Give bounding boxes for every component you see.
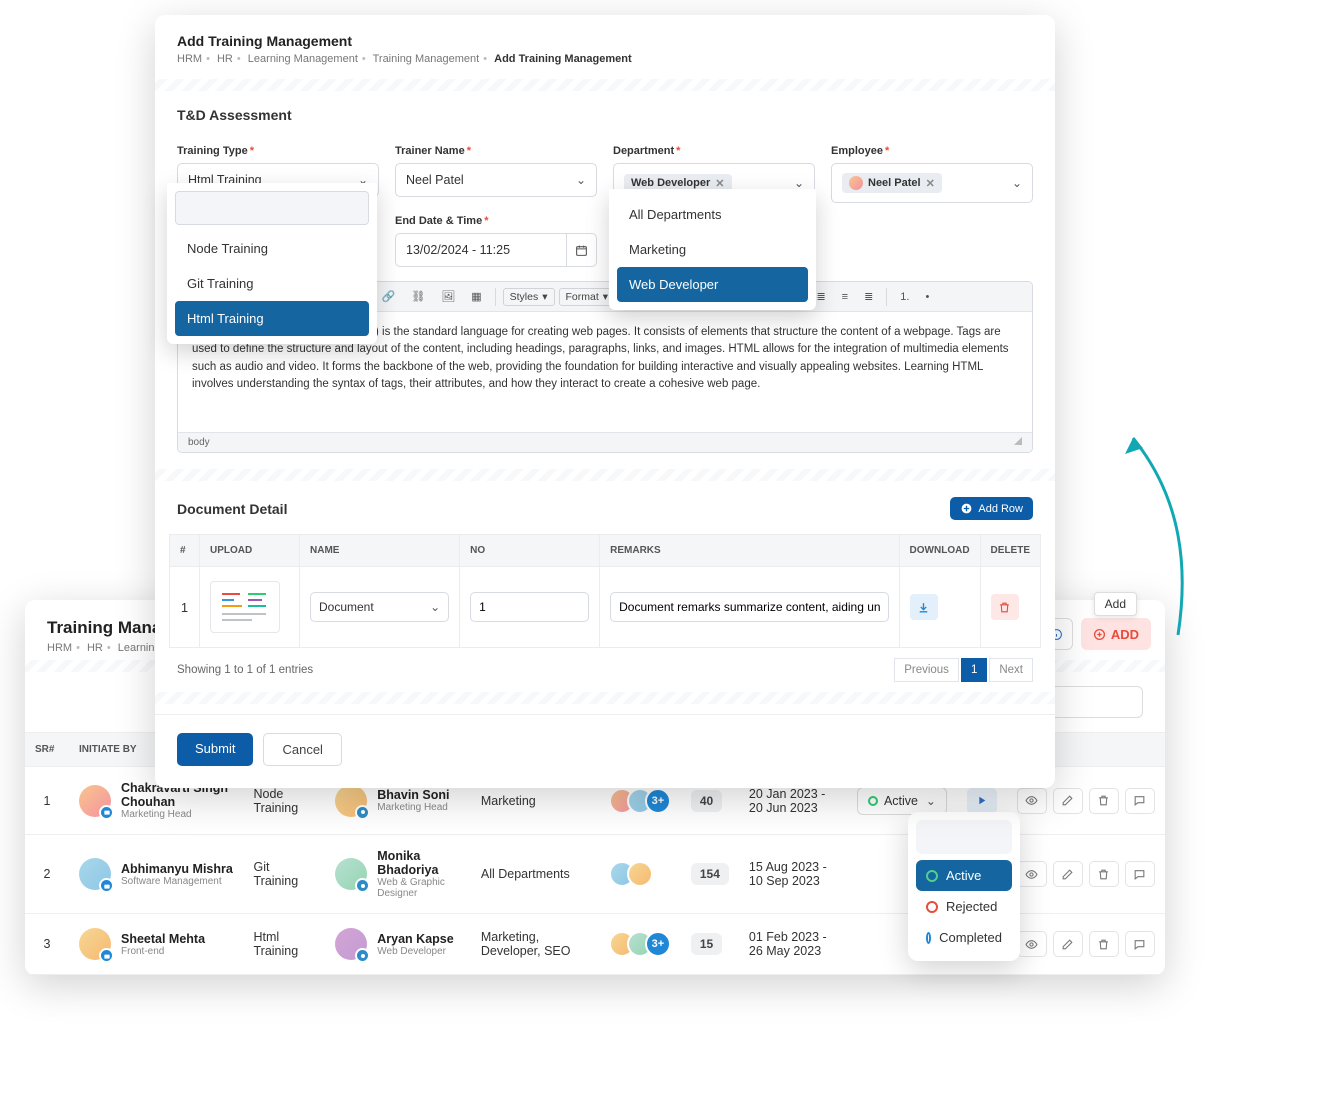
image-icon[interactable]: 🖼 <box>435 287 461 306</box>
opt-all-departments[interactable]: All Departments <box>617 197 808 232</box>
add-button[interactable]: ADD <box>1081 618 1151 650</box>
opt-html-training[interactable]: Html Training <box>175 301 369 336</box>
end-date-input[interactable]: 13/02/2024 - 11:25 <box>395 233 567 267</box>
doc-name-select[interactable]: Document⌄ <box>310 592 449 622</box>
employee-select[interactable]: Neel Patel✕ ⌄ <box>831 163 1033 203</box>
opt-node-training[interactable]: Node Training <box>175 231 369 266</box>
view-icon[interactable] <box>1017 788 1047 814</box>
edit-icon[interactable] <box>1053 931 1083 957</box>
opt-marketing[interactable]: Marketing <box>617 232 808 267</box>
list-ul-icon[interactable]: • <box>919 288 935 306</box>
label-department: Department* <box>613 145 815 157</box>
delete-icon[interactable] <box>1089 861 1119 887</box>
modal-title: Add Training Management <box>177 33 1033 49</box>
delete-icon[interactable] <box>1089 931 1119 957</box>
section-document: Document Detail <box>177 501 287 517</box>
training-type-dropdown: Node Training Git Training Html Training <box>167 183 377 344</box>
resize-handle-icon[interactable] <box>1014 437 1022 445</box>
pager-next[interactable]: Next <box>989 658 1033 682</box>
align-justify-icon[interactable]: ≣ <box>858 287 879 306</box>
label-end-date: End Date & Time* <box>395 215 597 227</box>
table-icon[interactable]: ▦ <box>465 287 487 306</box>
status-popover: Active Rejected Completed <box>908 812 1020 961</box>
unlink-icon[interactable]: ⛓ <box>405 287 431 306</box>
pager-info: Showing 1 to 1 of 1 entries <box>177 664 313 676</box>
status-search[interactable] <box>916 820 1012 854</box>
edit-icon[interactable] <box>1053 861 1083 887</box>
status-select[interactable]: Active ⌄ <box>857 787 947 815</box>
comment-icon[interactable] <box>1125 861 1155 887</box>
section-assessment: T&D Assessment <box>177 107 292 123</box>
delete-button[interactable] <box>991 594 1019 620</box>
remove-chip-icon[interactable]: ✕ <box>715 177 724 190</box>
cancel-button[interactable]: Cancel <box>263 733 341 766</box>
align-right-icon[interactable]: ≡ <box>836 288 854 306</box>
trainer-name-select[interactable]: Neel Patel⌄ <box>395 163 597 197</box>
status-opt-active[interactable]: Active <box>916 860 1012 891</box>
view-icon[interactable] <box>1017 861 1047 887</box>
status-opt-completed[interactable]: Completed <box>916 922 1012 953</box>
document-row: 1 Document⌄ <box>170 567 1041 648</box>
department-dropdown: All Departments Marketing Web Developer <box>609 189 816 310</box>
view-icon[interactable] <box>1017 931 1047 957</box>
label-trainer-name: Trainer Name* <box>395 145 597 157</box>
label-employee: Employee* <box>831 145 1033 157</box>
submit-button[interactable]: Submit <box>177 733 253 766</box>
list-ol-icon[interactable]: 1. <box>894 288 915 306</box>
add-tooltip: Add <box>1094 592 1137 616</box>
add-row-button[interactable]: Add Row <box>950 497 1033 520</box>
delete-icon[interactable] <box>1089 788 1119 814</box>
download-button[interactable] <box>910 594 938 620</box>
editor-path: body <box>188 437 210 448</box>
remove-chip-icon[interactable]: ✕ <box>926 177 935 190</box>
doc-no-input[interactable] <box>470 592 589 622</box>
pager-page-1[interactable]: 1 <box>961 658 987 682</box>
dropdown-search[interactable] <box>175 191 369 225</box>
modal-breadcrumb: HRM• HR• Learning Management• Training M… <box>177 53 1033 65</box>
document-table: # UPLOAD NAME NO REMARKS DOWNLOAD DELETE… <box>169 534 1041 648</box>
opt-web-developer[interactable]: Web Developer <box>617 267 808 302</box>
comment-icon[interactable] <box>1125 788 1155 814</box>
add-training-modal: Add Training Management HRM• HR• Learnin… <box>155 15 1055 788</box>
label-training-type: Training Type* <box>177 145 379 157</box>
opt-git-training[interactable]: Git Training <box>175 266 369 301</box>
format-select[interactable]: Format▾ <box>559 288 616 306</box>
doc-remarks-input[interactable] <box>610 592 888 622</box>
comment-icon[interactable] <box>1125 931 1155 957</box>
link-icon[interactable]: 🔗 <box>376 287 402 306</box>
play-button[interactable] <box>967 788 997 814</box>
pager-prev[interactable]: Previous <box>894 658 959 682</box>
upload-thumbnail[interactable] <box>210 581 280 633</box>
calendar-icon[interactable] <box>567 233 597 267</box>
edit-icon[interactable] <box>1053 788 1083 814</box>
status-opt-rejected[interactable]: Rejected <box>916 891 1012 922</box>
styles-select[interactable]: Styles▾ <box>503 288 555 306</box>
